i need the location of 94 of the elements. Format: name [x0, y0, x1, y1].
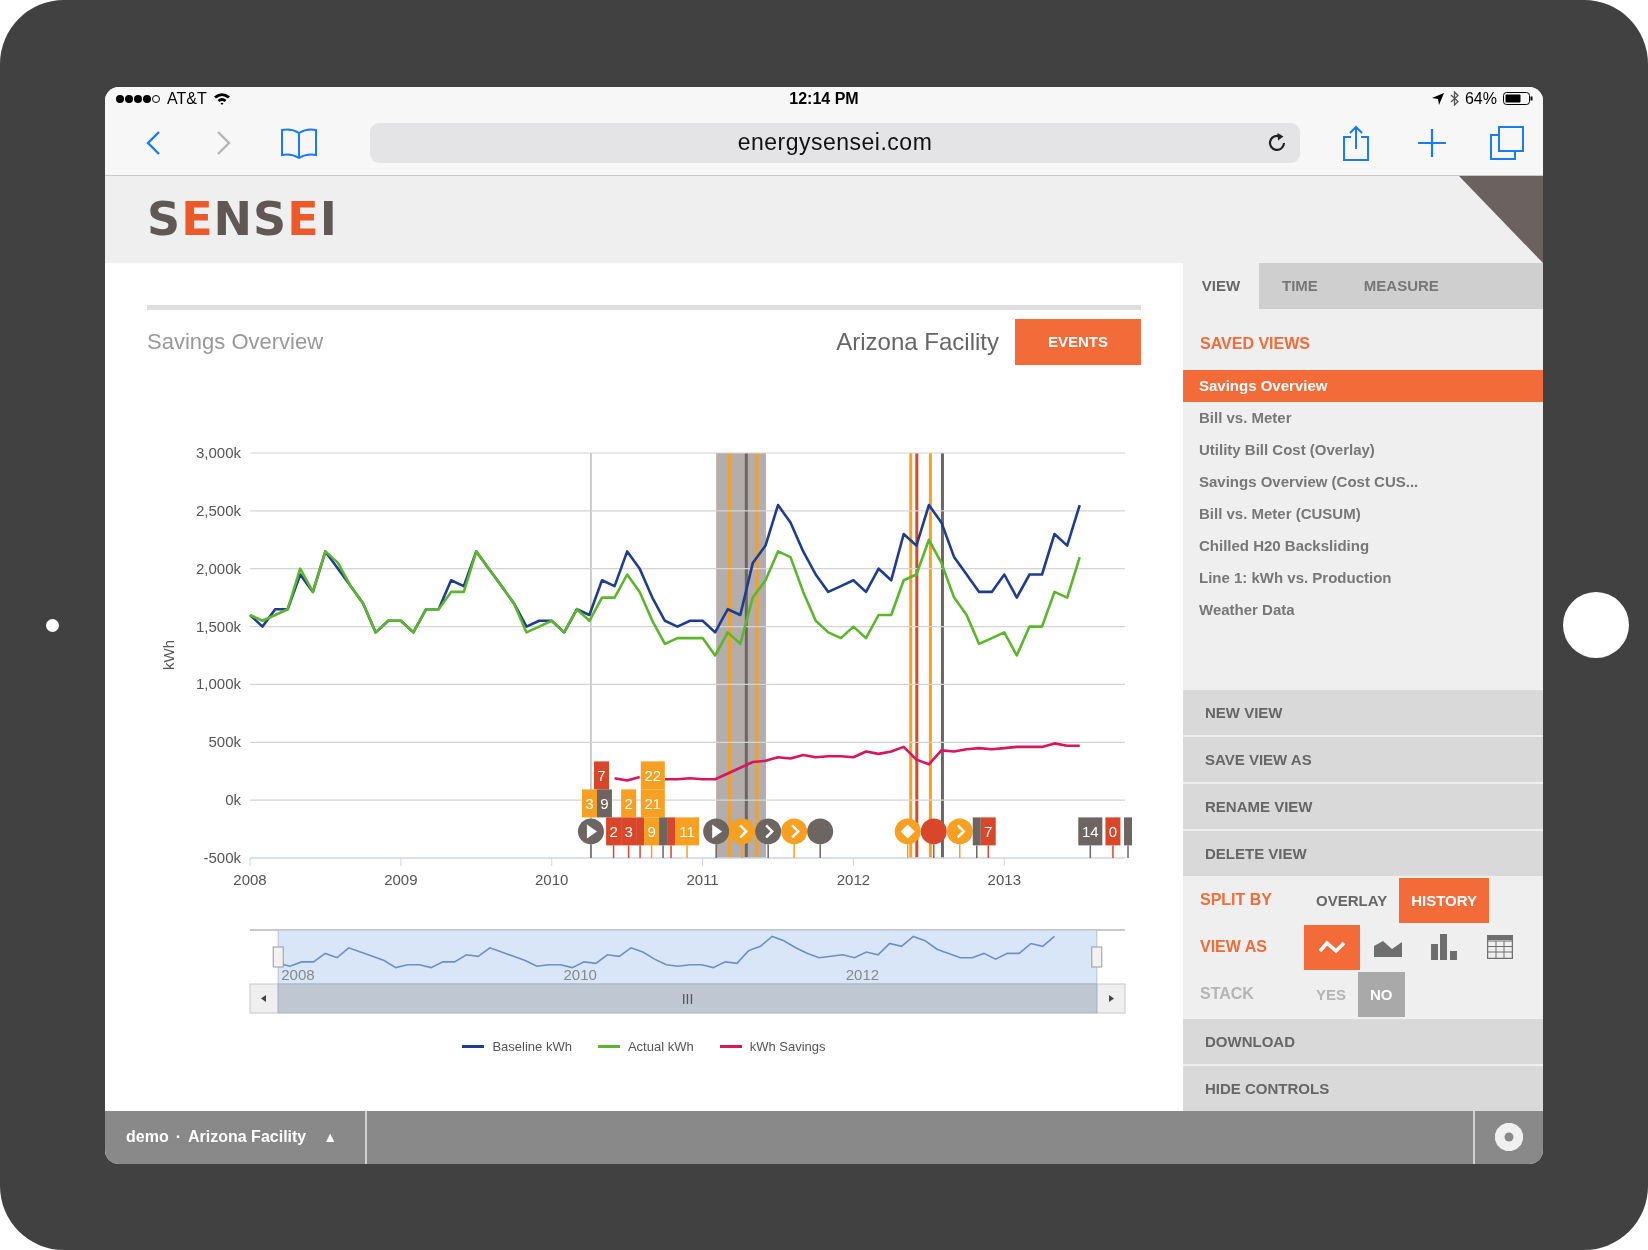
- scroll-left-button[interactable]: [249, 983, 279, 1013]
- battery-percent: 64%: [1464, 89, 1497, 108]
- event-marker[interactable]: [894, 817, 921, 859]
- range-window[interactable]: [277, 929, 1098, 984]
- saved-view-item[interactable]: Savings Overview (Cost CUS...: [1183, 465, 1543, 498]
- event-flag[interactable]: [1124, 816, 1132, 859]
- event-flag[interactable]: [659, 816, 668, 859]
- line-chart-icon: [1318, 939, 1346, 955]
- x-axis-label: 2013: [987, 870, 1021, 888]
- legend-label[interactable]: kWh Savings: [749, 1038, 826, 1054]
- range-handle[interactable]: [272, 946, 284, 967]
- wifi-icon: [212, 92, 231, 105]
- x-axis-label: 2010: [535, 870, 569, 888]
- event-flag[interactable]: 7: [594, 760, 609, 789]
- navigator-year: 2010: [563, 965, 597, 983]
- y-axis-label: 3,000k: [195, 443, 241, 461]
- event-marker[interactable]: [755, 817, 782, 859]
- event-flag[interactable]: [972, 816, 981, 859]
- settings-icon[interactable]: [1495, 1123, 1523, 1151]
- line-chart-button[interactable]: [1304, 924, 1360, 970]
- event-marker[interactable]: [920, 817, 947, 859]
- saved-views-heading: SAVED VIEWS: [1199, 333, 1311, 354]
- bluetooth-icon: [1449, 91, 1459, 106]
- location-icon: [1431, 92, 1444, 105]
- facility-name: Arizona Facility: [836, 327, 999, 356]
- panel-action-button[interactable]: NEW VIEW: [1183, 689, 1543, 735]
- legend-label[interactable]: Actual kWh: [627, 1038, 694, 1054]
- facility-selector[interactable]: demo · Arizona Facility ▲: [105, 1110, 367, 1164]
- tabs-icon[interactable]: [1490, 125, 1524, 160]
- events-button[interactable]: EVENTS: [1015, 318, 1141, 365]
- y-axis-title: kWh: [160, 639, 177, 670]
- y-axis-label: 1,500k: [195, 617, 241, 635]
- saved-view-item[interactable]: Utility Bill Cost (Overlay): [1183, 433, 1543, 466]
- y-axis-label: -500k: [203, 848, 241, 866]
- panel-action-button[interactable]: SAVE VIEW AS: [1183, 736, 1543, 782]
- event-marker[interactable]: [946, 817, 973, 859]
- scroll-right-button[interactable]: [1096, 983, 1126, 1013]
- clock-time: 12:14 PM: [789, 89, 859, 108]
- event-flag[interactable]: [667, 816, 676, 859]
- y-axis-label: 2,500k: [195, 501, 241, 519]
- table-icon: [1487, 935, 1513, 959]
- x-axis-label: 2011: [686, 870, 719, 888]
- split-by-label: SPLIT BY: [1199, 890, 1273, 910]
- stack-label: STACK: [1199, 984, 1255, 1004]
- panel-tab[interactable]: TIME: [1259, 262, 1341, 309]
- y-axis-label: 500k: [208, 732, 241, 750]
- bookmarks-icon[interactable]: [280, 126, 318, 159]
- event-marker[interactable]: [807, 817, 834, 859]
- reload-icon[interactable]: [1266, 131, 1288, 154]
- event-marker[interactable]: [781, 817, 808, 859]
- carrier-label: AT&T: [167, 89, 207, 108]
- saved-view-item[interactable]: Weather Data: [1183, 593, 1543, 626]
- report-title: Savings Overview: [147, 328, 325, 355]
- range-handle[interactable]: [1091, 946, 1103, 967]
- y-axis-label: 2,000k: [195, 559, 241, 577]
- x-axis-label: 2009: [384, 870, 418, 888]
- address-bar[interactable]: energysensei.com: [370, 122, 1300, 163]
- share-icon[interactable]: [1342, 124, 1370, 161]
- event-marker[interactable]: [703, 817, 730, 859]
- y-axis-label: 1,000k: [195, 674, 241, 692]
- bar-chart-icon: [1431, 934, 1457, 960]
- view-as-label: VIEW AS: [1199, 937, 1268, 957]
- panel-action-button[interactable]: DOWNLOAD: [1183, 1018, 1543, 1064]
- event-flag[interactable]: 21: [640, 788, 665, 817]
- panel-action-button[interactable]: HIDE CONTROLS: [1183, 1065, 1543, 1111]
- new-tab-icon[interactable]: [1417, 127, 1447, 158]
- sensei-logo: SENSEI: [147, 192, 338, 246]
- scroll-thumb[interactable]: III: [277, 983, 1098, 1013]
- event-flag[interactable]: 22: [640, 760, 665, 789]
- saved-view-item[interactable]: Bill vs. Meter (CUSUM): [1183, 497, 1543, 530]
- saved-view-item[interactable]: Bill vs. Meter: [1183, 401, 1543, 434]
- panel-tab[interactable]: MEASURE: [1340, 262, 1462, 309]
- event-flag[interactable]: 3: [581, 788, 597, 817]
- signal-icon: [115, 93, 161, 104]
- y-axis-label: 0k: [225, 790, 241, 808]
- navigator-year: 2012: [845, 965, 880, 983]
- panel-action-button[interactable]: RENAME VIEW: [1183, 783, 1543, 829]
- x-axis-label: 2012: [836, 870, 871, 888]
- event-flag[interactable]: [636, 816, 645, 859]
- legend-label[interactable]: Baseline kWh: [492, 1038, 572, 1054]
- panel-action-button[interactable]: DELETE VIEW: [1183, 830, 1543, 876]
- saved-view-item[interactable]: Line 1: kWh vs. Production: [1183, 561, 1543, 594]
- event-marker[interactable]: [729, 817, 756, 859]
- split-option[interactable]: OVERLAY: [1304, 877, 1400, 923]
- split-option[interactable]: HISTORY: [1399, 877, 1489, 923]
- event-marker[interactable]: [577, 817, 604, 859]
- saved-view-item[interactable]: Chilled H20 Backsliding: [1183, 529, 1543, 562]
- back-icon[interactable]: [145, 129, 161, 156]
- x-axis-label: 2008: [233, 870, 267, 888]
- camera-dot: [46, 618, 59, 632]
- saved-view-item[interactable]: Savings Overview: [1183, 369, 1543, 402]
- event-flag[interactable]: 2: [621, 788, 637, 817]
- battery-icon: [1503, 92, 1533, 105]
- navigator-year: 2008: [281, 965, 315, 983]
